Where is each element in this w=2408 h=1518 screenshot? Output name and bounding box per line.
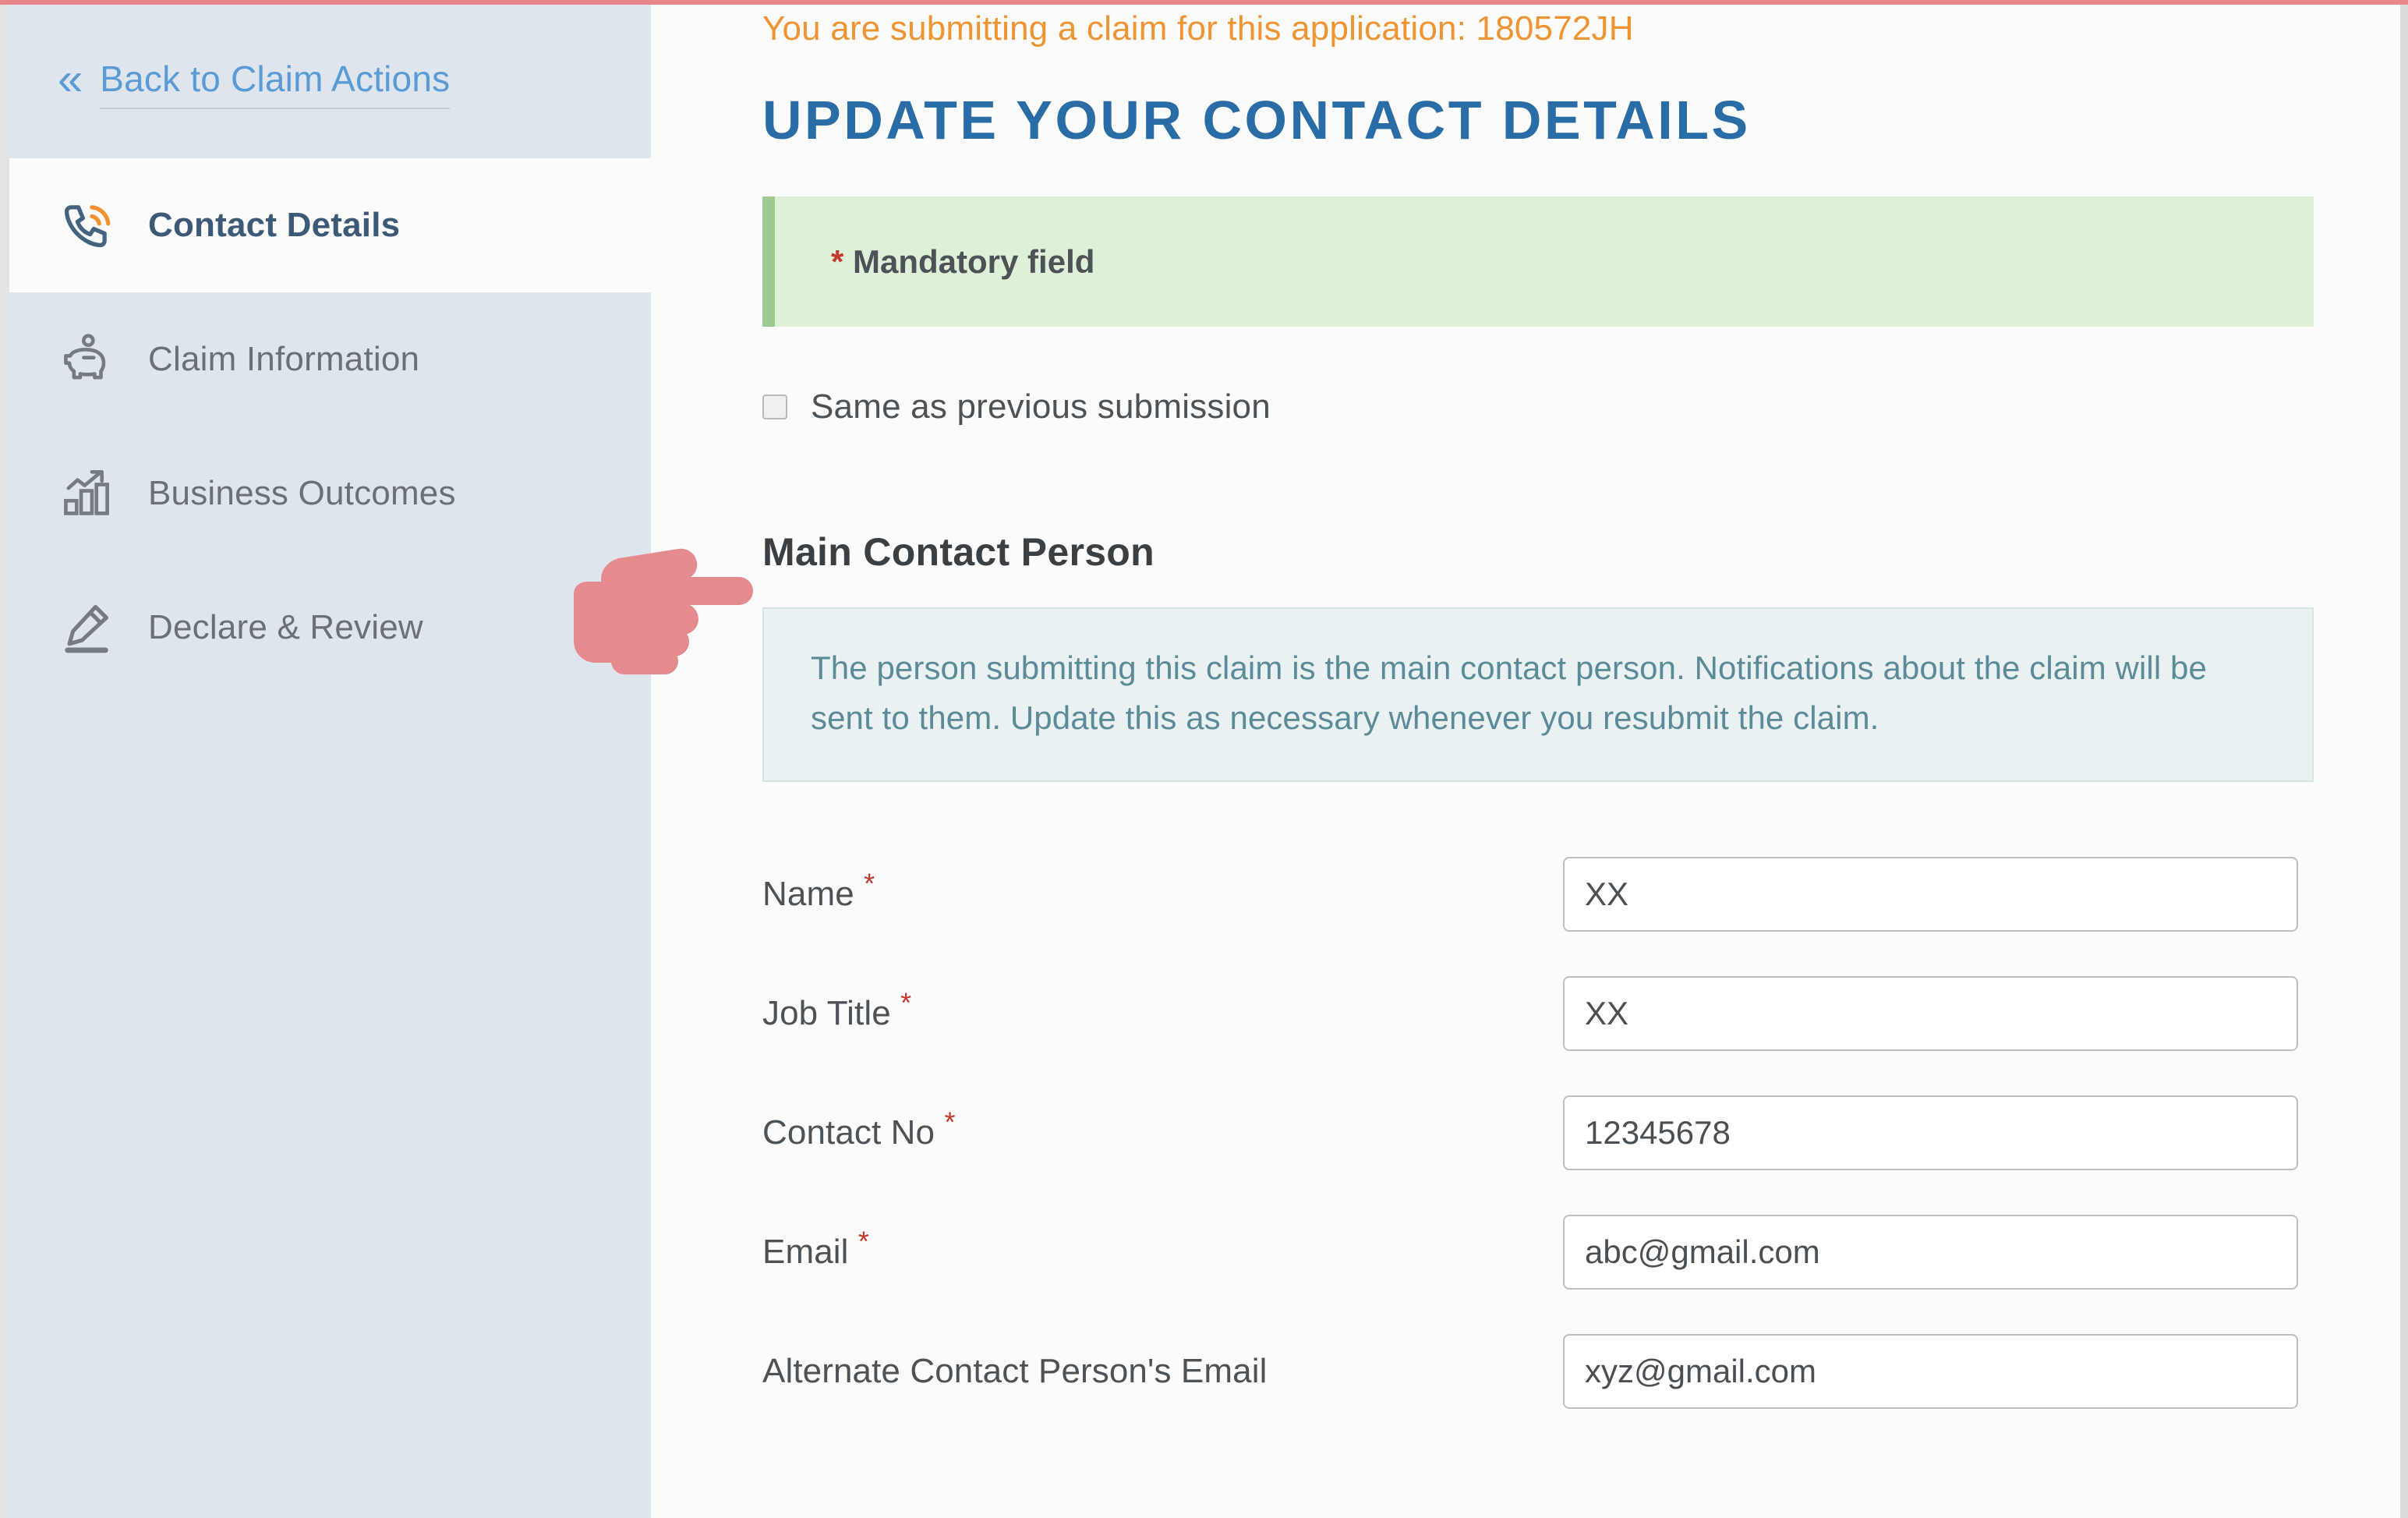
alternate-email-input[interactable]: xyz@gmail.com bbox=[1563, 1334, 2298, 1410]
right-gutter bbox=[2400, 0, 2408, 1518]
left-gutter bbox=[0, 0, 9, 1518]
phone-icon bbox=[58, 196, 115, 254]
main-contact-person-info-box: The person submitting this claim is the … bbox=[762, 607, 2314, 782]
piggy-bank-icon bbox=[58, 331, 115, 388]
sidebar-item-business-outcomes[interactable]: Business Outcomes bbox=[9, 426, 651, 561]
job-title-input[interactable]: XX bbox=[1563, 976, 2298, 1052]
mandatory-field-banner: * Mandatory field bbox=[762, 196, 2314, 327]
required-asterisk: * bbox=[900, 986, 912, 1019]
required-asterisk: * bbox=[831, 242, 844, 280]
top-accent-rule bbox=[0, 0, 2408, 5]
job-title-label: Job Title * bbox=[762, 989, 1563, 1033]
required-asterisk: * bbox=[864, 867, 875, 900]
contact-no-label-text: Contact No bbox=[762, 1113, 935, 1152]
back-to-claim-actions-block: « Back to Claim Actions bbox=[9, 5, 651, 158]
bar-chart-icon bbox=[58, 465, 115, 522]
name-input[interactable]: XX bbox=[1563, 857, 2298, 932]
sidebar-item-label: Business Outcomes bbox=[148, 474, 456, 512]
sidebar-item-label: Contact Details bbox=[148, 206, 401, 244]
mandatory-field-label: Mandatory field bbox=[853, 242, 1095, 280]
back-to-claim-actions-link[interactable]: « Back to Claim Actions bbox=[58, 54, 451, 109]
main-contact-person-info-text: The person submitting this claim is the … bbox=[811, 649, 2207, 736]
app-viewport: « Back to Claim Actions Contact Details bbox=[0, 0, 2408, 1518]
sidebar-item-claim-information[interactable]: Claim Information bbox=[9, 292, 651, 426]
name-label: Name * bbox=[762, 869, 1563, 914]
main-contact-person-heading: Main Contact Person bbox=[762, 530, 1154, 574]
main-content: You are submitting a claim for this appl… bbox=[651, 5, 2400, 1518]
form-row-alternate-email: Alternate Contact Person's Email xyz@gma… bbox=[762, 1312, 2316, 1431]
contact-no-label: Contact No * bbox=[762, 1108, 1563, 1152]
contact-details-form: Name * XX Job Title * XX Contact No * 12… bbox=[762, 835, 2316, 1431]
job-title-label-text: Job Title bbox=[762, 994, 891, 1033]
page-title: UPDATE YOUR CONTACT DETAILS bbox=[762, 90, 1751, 150]
required-asterisk: * bbox=[944, 1106, 956, 1138]
claim-application-notice: You are submitting a claim for this appl… bbox=[762, 9, 1634, 48]
mandatory-field-text: * Mandatory field bbox=[831, 243, 1094, 281]
back-to-claim-actions-label: Back to Claim Actions bbox=[100, 58, 451, 109]
sidebar-item-declare-and-review[interactable]: Declare & Review bbox=[9, 561, 651, 695]
form-row-name: Name * XX bbox=[762, 835, 2316, 954]
sidebar-item-contact-details[interactable]: Contact Details bbox=[9, 158, 651, 292]
form-row-contact-no: Contact No * 12345678 bbox=[762, 1074, 2316, 1193]
email-label-text: Email bbox=[762, 1233, 849, 1272]
sidebar-item-label: Declare & Review bbox=[148, 608, 423, 646]
same-as-previous-row[interactable]: Same as previous submission bbox=[762, 387, 2316, 426]
form-row-job-title: Job Title * XX bbox=[762, 954, 2316, 1074]
email-label: Email * bbox=[762, 1227, 1563, 1272]
pen-icon bbox=[58, 599, 115, 656]
form-row-email: Email * abc@gmail.com bbox=[762, 1193, 2316, 1312]
sidebar-item-label: Claim Information bbox=[148, 340, 420, 378]
name-label-text: Name bbox=[762, 875, 854, 914]
same-as-previous-checkbox[interactable] bbox=[762, 395, 787, 419]
double-chevron-left-icon: « bbox=[58, 54, 83, 104]
sidebar: « Back to Claim Actions Contact Details bbox=[9, 5, 651, 1518]
email-input[interactable]: abc@gmail.com bbox=[1563, 1215, 2298, 1290]
alternate-email-label: Alternate Contact Person's Email bbox=[762, 1352, 1268, 1391]
contact-no-input[interactable]: 12345678 bbox=[1563, 1095, 2298, 1171]
required-asterisk: * bbox=[857, 1225, 869, 1258]
same-as-previous-label: Same as previous submission bbox=[811, 387, 1271, 426]
